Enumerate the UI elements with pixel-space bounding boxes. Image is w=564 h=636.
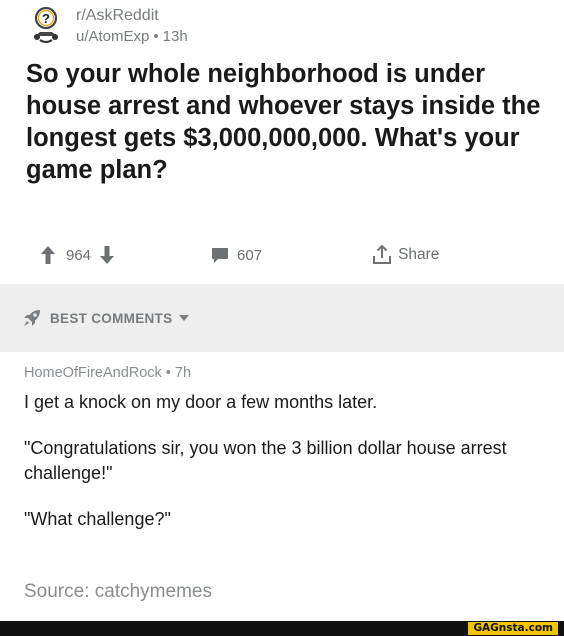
comment-bubble-icon <box>212 248 229 263</box>
comment-paragraph: I get a knock on my door a few months la… <box>24 392 378 412</box>
vote-controls: 964 <box>40 245 115 265</box>
comments-button[interactable]: 607 <box>211 246 262 264</box>
comment-body: I get a knock on my door a few months la… <box>24 390 544 532</box>
post-header: ? r/AskReddit u/AtomExp • 13h <box>26 0 188 52</box>
comment-paragraph: "What challenge?" <box>24 509 171 529</box>
vote-count: 964 <box>66 246 92 264</box>
share-button[interactable]: Share <box>372 244 439 266</box>
reddit-post-screenshot: ? r/AskReddit u/AtomExp • 13h So your whol… <box>0 0 564 636</box>
comment-sort-dropdown[interactable]: BEST COMMENTS <box>22 308 190 328</box>
site-watermark: GAGnsta.com <box>468 622 558 635</box>
svg-text:?: ? <box>42 11 50 26</box>
comments-sort-band: BEST COMMENTS <box>0 284 564 352</box>
upvote-arrow-icon[interactable] <box>40 245 56 265</box>
comment-meta: HomeOfFireAndRock • 7h <box>24 362 544 384</box>
askreddit-snoo-icon[interactable]: ? <box>26 6 66 46</box>
comment-meta-separator: • <box>165 365 171 381</box>
rocket-icon <box>24 310 40 326</box>
caret-down-icon <box>179 315 190 321</box>
watermark-bar: GAGnsta.com <box>0 621 564 636</box>
author-link[interactable]: u/AtomExp <box>76 28 149 45</box>
post-title[interactable]: So your whole neighborhood is under hous… <box>26 58 546 186</box>
source-caption: Source: catchymemes <box>24 581 212 602</box>
comment-author[interactable]: HomeOfFireAndRock <box>24 365 162 381</box>
post-action-bar: 964 607 Share <box>40 238 520 272</box>
share-icon <box>373 244 392 264</box>
comment: HomeOfFireAndRock • 7h I get a knock on my… <box>24 362 544 553</box>
author-line: u/AtomExp • 13h <box>76 26 188 47</box>
meta-separator: • <box>153 28 159 45</box>
downvote-arrow-icon[interactable] <box>99 245 115 265</box>
post-meta: r/AskReddit u/AtomExp • 13h <box>76 5 188 47</box>
sort-label: BEST COMMENTS <box>50 310 173 326</box>
subreddit-link[interactable]: r/AskReddit <box>76 5 188 26</box>
comment-age: 7h <box>174 365 192 381</box>
comment-paragraph: "Congratulations sir, you won the 3 bill… <box>24 438 507 483</box>
post-age: 13h <box>162 28 188 45</box>
comment-count: 607 <box>237 246 263 264</box>
share-label: Share <box>398 246 440 263</box>
